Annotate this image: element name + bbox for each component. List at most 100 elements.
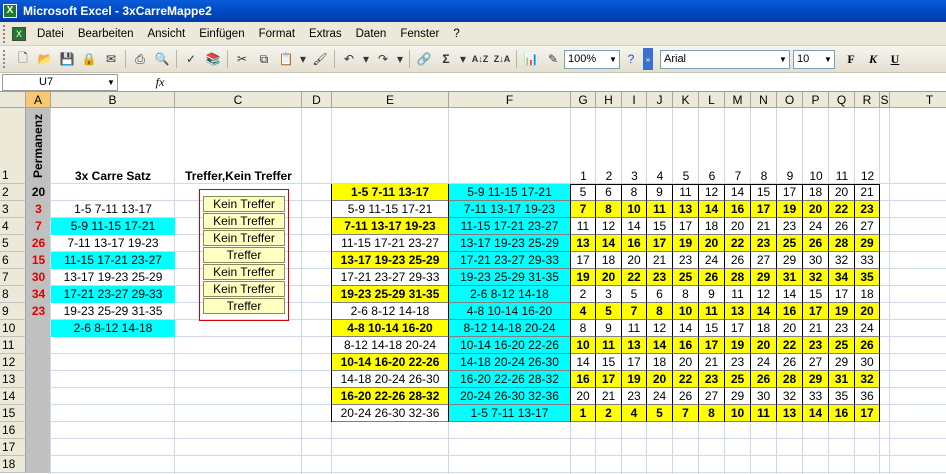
format-painter-icon[interactable]: 🖌 <box>310 49 330 69</box>
matrix-value[interactable]: 20 <box>829 184 855 201</box>
column-header-B[interactable]: B <box>51 92 175 108</box>
hyperlink-icon[interactable]: 🔗 <box>414 49 434 69</box>
undo-icon[interactable]: ↶ <box>339 49 359 69</box>
matrix-value[interactable]: 17 <box>855 405 880 422</box>
email-icon[interactable]: ✉ <box>101 49 121 69</box>
autosum-dropdown-icon[interactable]: ▾ <box>458 49 468 69</box>
menu-item-1[interactable]: Bearbeiten <box>71 22 141 46</box>
matrix-value[interactable]: 23 <box>673 252 699 269</box>
matrix-value[interactable]: 16 <box>571 371 596 388</box>
matrix-value[interactable]: 13 <box>777 405 803 422</box>
matrix-value[interactable]: 22 <box>673 371 699 388</box>
number-header[interactable]: 12 <box>855 108 880 184</box>
matrix-value[interactable]: 17 <box>777 184 803 201</box>
matrix-value[interactable]: 12 <box>699 184 725 201</box>
matrix-value[interactable]: 32 <box>855 371 880 388</box>
satz-f-value[interactable]: 20-24 26-30 32-36 <box>449 388 571 405</box>
matrix-value[interactable]: 15 <box>751 184 777 201</box>
matrix-value[interactable]: 14 <box>673 320 699 337</box>
menu-item-2[interactable]: Ansicht <box>140 22 192 46</box>
number-header[interactable]: 6 <box>699 108 725 184</box>
matrix-value[interactable]: 8 <box>673 286 699 303</box>
matrix-value[interactable]: 3 <box>596 286 622 303</box>
matrix-value[interactable]: 12 <box>596 218 622 235</box>
satz-value[interactable]: 5-9 11-15 17-21 <box>51 218 175 235</box>
matrix-value[interactable]: 14 <box>777 286 803 303</box>
matrix-value[interactable]: 8 <box>596 201 622 218</box>
matrix-value[interactable]: 29 <box>855 235 880 252</box>
chevron-down-icon[interactable]: ▼ <box>777 51 789 68</box>
matrix-value[interactable]: 26 <box>699 269 725 286</box>
satz-f-value[interactable]: 11-15 17-21 23-27 <box>449 218 571 235</box>
matrix-value[interactable]: 32 <box>777 388 803 405</box>
matrix-value[interactable]: 32 <box>803 269 829 286</box>
matrix-value[interactable]: 19 <box>571 269 596 286</box>
column-header-I[interactable]: I <box>622 92 647 108</box>
column-header-O[interactable]: O <box>777 92 803 108</box>
number-header[interactable]: 8 <box>751 108 777 184</box>
satz-e-value[interactable]: 5-9 11-15 17-21 <box>332 201 449 218</box>
satz-f-value[interactable]: 10-14 16-20 22-26 <box>449 337 571 354</box>
treffer-value[interactable]: Kein Treffer <box>203 264 285 280</box>
matrix-value[interactable]: 30 <box>855 354 880 371</box>
column-header-T[interactable]: T <box>890 92 946 108</box>
matrix-value[interactable]: 13 <box>673 201 699 218</box>
matrix-value[interactable]: 15 <box>803 286 829 303</box>
matrix-value[interactable]: 20 <box>673 354 699 371</box>
matrix-value[interactable]: 17 <box>571 252 596 269</box>
treffer-value[interactable]: Kein Treffer <box>203 281 285 297</box>
matrix-value[interactable]: 14 <box>751 303 777 320</box>
matrix-value[interactable]: 25 <box>673 269 699 286</box>
matrix-value[interactable]: 17 <box>751 201 777 218</box>
treffer-value[interactable]: Treffer <box>203 298 285 314</box>
satz-value[interactable]: 7-11 13-17 19-23 <box>51 235 175 252</box>
menu-item-5[interactable]: Extras <box>302 22 349 46</box>
satz-e-value[interactable]: 14-18 20-24 26-30 <box>332 371 449 388</box>
satz-f-value[interactable]: 17-21 23-27 29-33 <box>449 252 571 269</box>
matrix-value[interactable]: 24 <box>647 388 673 405</box>
menu-item-8[interactable]: ? <box>446 22 466 46</box>
matrix-value[interactable]: 11 <box>571 218 596 235</box>
satz-f-value[interactable]: 7-11 13-17 19-23 <box>449 201 571 218</box>
matrix-value[interactable]: 29 <box>725 388 751 405</box>
matrix-value[interactable]: 28 <box>725 269 751 286</box>
undo-dropdown-icon[interactable]: ▾ <box>361 49 371 69</box>
matrix-value[interactable]: 22 <box>777 337 803 354</box>
row-header-4[interactable]: 4 <box>0 218 26 235</box>
redo-dropdown-icon[interactable]: ▾ <box>395 49 405 69</box>
matrix-value[interactable]: 28 <box>829 235 855 252</box>
italic-button[interactable]: K <box>863 49 883 69</box>
matrix-value[interactable]: 5 <box>596 303 622 320</box>
function-icon[interactable]: fx <box>150 75 170 90</box>
worksheet-grid[interactable]: A B C D E F G H I J K L M N O P Q R S T 1 2 3 4 5 6 7 8 9 10 11 12 13 14 1… <box>0 92 946 474</box>
matrix-value[interactable]: 26 <box>725 252 751 269</box>
matrix-value[interactable]: 4 <box>571 303 596 320</box>
column-header-M[interactable]: M <box>725 92 751 108</box>
matrix-value[interactable]: 1 <box>571 405 596 422</box>
matrix-value[interactable]: 28 <box>777 371 803 388</box>
toolbar-grip[interactable] <box>3 50 9 68</box>
permanenz-value[interactable]: 23 <box>26 303 51 320</box>
satz-value[interactable]: 13-17 19-23 25-29 <box>51 269 175 286</box>
permanenz-value[interactable]: 26 <box>26 235 51 252</box>
matrix-value[interactable]: 31 <box>829 371 855 388</box>
matrix-value[interactable]: 17 <box>596 371 622 388</box>
matrix-value[interactable]: 21 <box>803 320 829 337</box>
matrix-value[interactable]: 27 <box>803 354 829 371</box>
matrix-value[interactable]: 8 <box>699 405 725 422</box>
font-size-select[interactable]: 10 ▼ <box>793 49 835 69</box>
matrix-value[interactable]: 27 <box>855 218 880 235</box>
matrix-value[interactable]: 19 <box>725 337 751 354</box>
bold-button[interactable]: F <box>841 49 861 69</box>
matrix-value[interactable]: 10 <box>571 337 596 354</box>
matrix-value[interactable]: 29 <box>751 269 777 286</box>
satz-e-value[interactable]: 16-20 22-26 28-32 <box>332 388 449 405</box>
row-header-16[interactable]: 16 <box>0 422 26 439</box>
treffer-value[interactable]: Kein Treffer <box>203 213 285 229</box>
name-box[interactable]: U7 ▼ <box>2 73 118 91</box>
satz-header[interactable]: 3x Carre Satz <box>51 108 175 184</box>
matrix-value[interactable]: 5 <box>622 286 647 303</box>
matrix-value[interactable]: 23 <box>699 371 725 388</box>
font-select[interactable]: Arial ▼ <box>660 49 790 69</box>
chart-wizard-icon[interactable]: 📊 <box>521 49 541 69</box>
